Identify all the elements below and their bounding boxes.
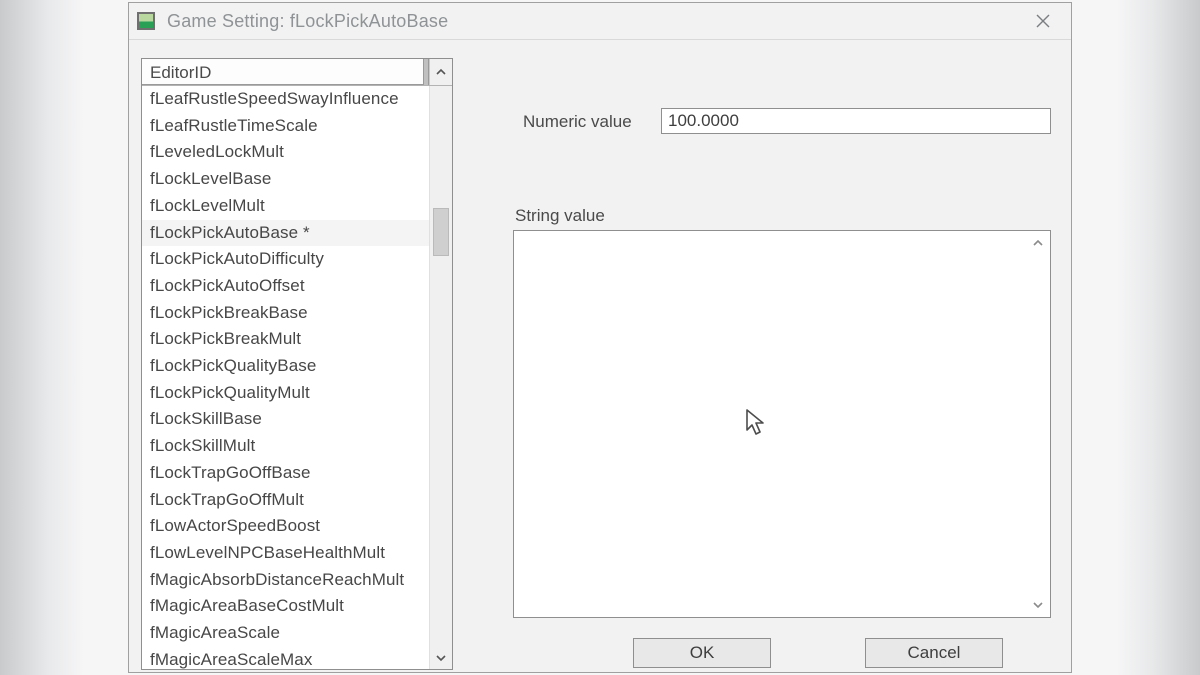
list-item[interactable]: fLeafRustleTimeScale [142, 113, 429, 140]
dialog-client-area: EditorID fLeafRustleSpeedSwayInfluencefL… [129, 40, 1071, 673]
scrollbar-track[interactable] [429, 86, 452, 669]
list-item[interactable]: fLockSkillMult [142, 433, 429, 460]
list-item[interactable]: fMagicAbsorbDistanceReachMult [142, 567, 429, 594]
list-item[interactable]: fLockPickQualityBase [142, 353, 429, 380]
textarea-scroll-up[interactable] [1028, 233, 1048, 253]
list-body: fLeafRustleSpeedSwayInfluencefLeafRustle… [142, 86, 452, 669]
list-header-row: EditorID [142, 59, 452, 86]
chevron-down-icon [436, 653, 446, 663]
list-item[interactable]: fMagicAreaBaseCostMult [142, 593, 429, 620]
close-button[interactable] [1021, 7, 1065, 35]
list-item[interactable]: fLeveledLockMult [142, 139, 429, 166]
window-title: Game Setting: fLockPickAutoBase [167, 11, 1021, 32]
editor-id-list: EditorID fLeafRustleSpeedSwayInfluencefL… [141, 58, 453, 670]
list-item[interactable]: fLockLevelBase [142, 166, 429, 193]
scroll-up-button[interactable] [429, 59, 452, 85]
app-icon [137, 12, 155, 30]
ok-button[interactable]: OK [633, 638, 771, 668]
list-item[interactable]: fLockLevelMult [142, 193, 429, 220]
string-value-label: String value [515, 206, 605, 226]
close-icon [1036, 14, 1050, 28]
list-item[interactable]: fLeafRustleSpeedSwayInfluence [142, 86, 429, 113]
list-item[interactable]: fLockPickAutoDifficulty [142, 246, 429, 273]
list-item[interactable]: fLockPickBreakBase [142, 300, 429, 327]
cancel-button[interactable]: Cancel [865, 638, 1003, 668]
numeric-value-input[interactable] [661, 108, 1051, 134]
list-item[interactable]: fLowLevelNPCBaseHealthMult [142, 540, 429, 567]
column-header-editor-id[interactable]: EditorID [142, 59, 424, 85]
numeric-value-label: Numeric value [523, 112, 632, 132]
list-item[interactable]: fLockTrapGoOffBase [142, 460, 429, 487]
list-item[interactable]: fMagicAreaScale [142, 620, 429, 647]
chevron-up-icon [1032, 237, 1044, 249]
textarea-scroll-down[interactable] [1028, 595, 1048, 615]
title-bar[interactable]: Game Setting: fLockPickAutoBase [129, 3, 1071, 40]
list-items-container[interactable]: fLeafRustleSpeedSwayInfluencefLeafRustle… [142, 86, 429, 669]
list-item[interactable]: fMagicAreaScaleMax [142, 647, 429, 669]
list-item[interactable]: fLockSkillBase [142, 406, 429, 433]
list-item[interactable]: fLowActorSpeedBoost [142, 513, 429, 540]
list-item[interactable]: fLockPickAutoBase * [142, 220, 429, 247]
desktop-background: Game Setting: fLockPickAutoBase EditorID [0, 0, 1200, 675]
list-item[interactable]: fLockPickAutoOffset [142, 273, 429, 300]
chevron-up-icon [436, 67, 446, 77]
list-item[interactable]: fLockPickBreakMult [142, 326, 429, 353]
scrollbar-thumb[interactable] [433, 208, 449, 256]
chevron-down-icon [1032, 599, 1044, 611]
game-setting-dialog: Game Setting: fLockPickAutoBase EditorID [128, 2, 1072, 673]
string-value-textarea[interactable] [513, 230, 1051, 618]
list-item[interactable]: fLockTrapGoOffMult [142, 487, 429, 514]
list-item[interactable]: fLockPickQualityMult [142, 380, 429, 407]
scroll-down-button[interactable] [430, 647, 452, 669]
